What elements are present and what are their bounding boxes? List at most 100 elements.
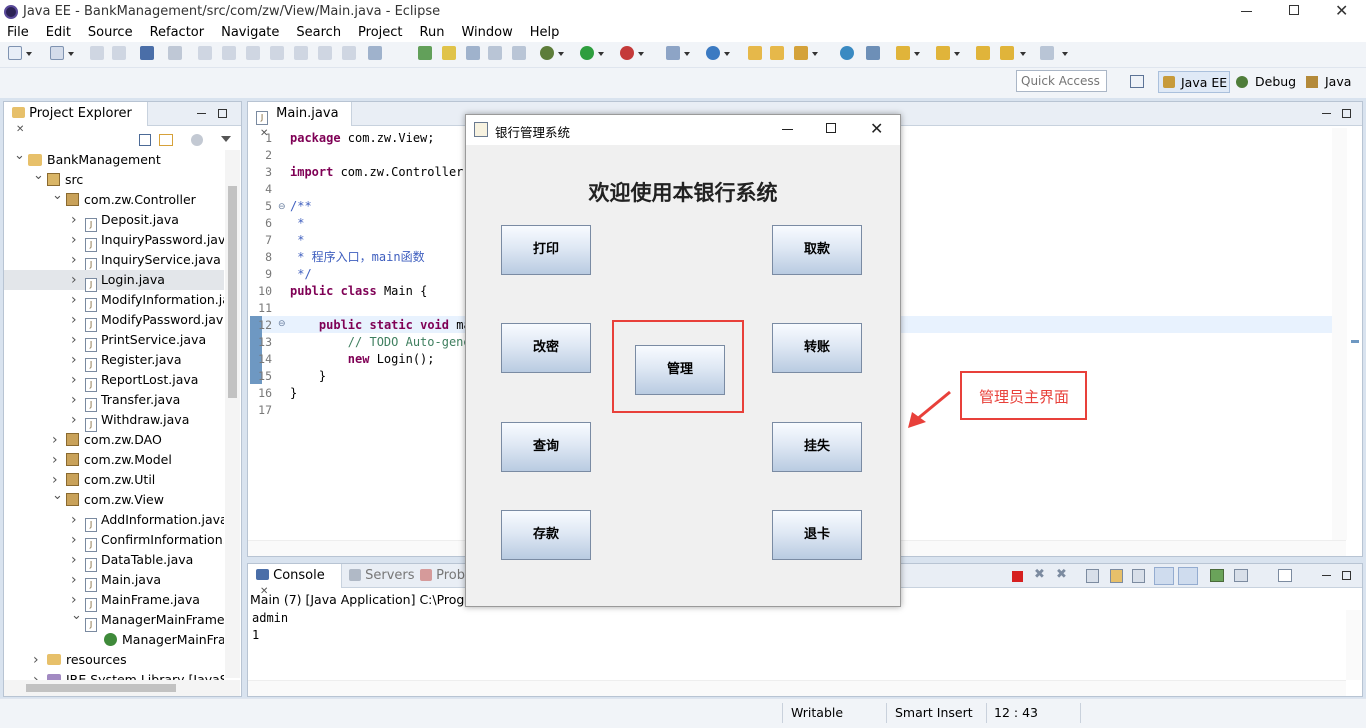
collapse-all-icon[interactable] bbox=[139, 134, 151, 146]
chevron-right-icon[interactable]: › bbox=[71, 530, 81, 550]
report-loss-button[interactable]: 挂失 bbox=[772, 422, 862, 472]
editor-vertical-scrollbar[interactable] bbox=[1332, 128, 1347, 540]
change-password-button[interactable]: 改密 bbox=[501, 323, 591, 373]
return-card-button[interactable]: 退卡 bbox=[772, 510, 862, 560]
maximize-view-icon[interactable] bbox=[218, 109, 227, 118]
back-icon[interactable] bbox=[976, 46, 990, 60]
dialog-maximize-icon[interactable] bbox=[826, 123, 836, 133]
tree-item[interactable]: ManagerMainFrame bbox=[4, 630, 224, 650]
console-horizontal-scrollbar[interactable] bbox=[248, 680, 1346, 696]
tree-item[interactable]: › com.zw.DAO bbox=[4, 430, 224, 450]
last-edit-icon[interactable] bbox=[866, 46, 880, 60]
tree-scrollbar-thumb[interactable] bbox=[228, 186, 237, 398]
tree-item[interactable]: › J ModifyPassword.java bbox=[4, 310, 224, 332]
forward-icon[interactable] bbox=[1040, 46, 1054, 60]
open-resource-icon[interactable] bbox=[770, 46, 784, 60]
link-editor-icon[interactable] bbox=[159, 134, 173, 146]
step-over-icon[interactable] bbox=[318, 46, 332, 60]
close-icon[interactable]: ✕ bbox=[1335, 1, 1348, 20]
chevron-right-icon[interactable]: › bbox=[71, 550, 81, 570]
tree-item[interactable]: ⌄ com.zw.View bbox=[4, 488, 224, 510]
withdraw-button[interactable]: 取款 bbox=[772, 225, 862, 275]
chevron-right-icon[interactable]: › bbox=[71, 510, 81, 530]
chevron-down-icon[interactable]: ⌄ bbox=[33, 166, 44, 186]
menu-help[interactable]: Help bbox=[530, 25, 560, 40]
tree-item[interactable]: › J Transfer.java bbox=[4, 390, 224, 412]
show-whitespace-icon[interactable] bbox=[488, 46, 502, 60]
skip-breakpoints-icon[interactable] bbox=[168, 46, 182, 60]
step-into-icon[interactable] bbox=[294, 46, 308, 60]
tree-item[interactable]: › J Withdraw.java bbox=[4, 410, 224, 432]
tree-item[interactable]: ⌄ com.zw.Controller bbox=[4, 188, 224, 210]
disconnect-icon[interactable] bbox=[270, 46, 284, 60]
open-type-icon[interactable] bbox=[418, 46, 432, 60]
minimize-icon[interactable] bbox=[1241, 11, 1252, 12]
transfer-button[interactable]: 转账 bbox=[772, 323, 862, 373]
resume-icon[interactable] bbox=[198, 46, 212, 60]
open-perspective-icon[interactable] bbox=[1130, 75, 1144, 88]
prev-annotation-icon[interactable] bbox=[936, 46, 950, 60]
back-nav-icon[interactable] bbox=[1000, 46, 1014, 60]
chevron-right-icon[interactable]: › bbox=[71, 270, 81, 290]
tree-item[interactable]: › J PrintService.java bbox=[4, 330, 224, 352]
chevron-right-icon[interactable]: › bbox=[71, 230, 81, 250]
tree-item[interactable]: › com.zw.Model bbox=[4, 450, 224, 470]
save-all-icon[interactable] bbox=[112, 46, 126, 60]
external-tools-icon[interactable] bbox=[666, 46, 680, 60]
menu-navigate[interactable]: Navigate bbox=[221, 25, 279, 40]
dialog-minimize-icon[interactable] bbox=[782, 129, 793, 130]
chevron-right-icon[interactable]: › bbox=[33, 670, 43, 680]
remove-all-icon[interactable]: ✖ bbox=[1056, 567, 1067, 582]
chevron-right-icon[interactable]: › bbox=[71, 290, 81, 310]
print-button[interactable]: 打印 bbox=[501, 225, 591, 275]
chevron-right-icon[interactable]: › bbox=[33, 650, 43, 670]
chevron-right-icon[interactable]: › bbox=[71, 250, 81, 270]
tree-item[interactable]: ⌄JManagerMainFrame.java bbox=[4, 608, 224, 632]
chevron-down-icon[interactable]: ⌄ bbox=[71, 606, 82, 626]
tree-hscroll-thumb[interactable] bbox=[26, 684, 176, 692]
tree-item[interactable]: › JRE System Library [JavaSE-1.8] bbox=[4, 670, 224, 680]
highlight-icon[interactable] bbox=[442, 46, 456, 60]
dialog-close-icon[interactable]: ✕ bbox=[870, 119, 883, 138]
tab-problems[interactable]: Problems bbox=[420, 568, 470, 583]
perspective-java[interactable]: Java bbox=[1306, 72, 1361, 92]
word-wrap-icon[interactable] bbox=[1132, 569, 1145, 583]
tree-item[interactable]: › J ReportLost.java bbox=[4, 370, 224, 392]
chevron-right-icon[interactable]: › bbox=[71, 310, 81, 330]
format-icon[interactable] bbox=[368, 46, 382, 60]
minimize-view-icon[interactable] bbox=[197, 113, 206, 114]
query-button[interactable]: 查询 bbox=[501, 422, 591, 472]
web-browser-icon[interactable] bbox=[840, 46, 854, 60]
suspend-icon[interactable] bbox=[222, 46, 236, 60]
quick-access-input[interactable] bbox=[1016, 70, 1107, 92]
tree-item[interactable]: › com.zw.Util bbox=[4, 470, 224, 490]
tree-item[interactable]: ›JModifyInformation.java bbox=[4, 290, 224, 312]
tree-item[interactable]: › resources bbox=[4, 650, 224, 670]
remove-launch-icon[interactable]: ✖ bbox=[1034, 567, 1045, 582]
menu-run[interactable]: Run bbox=[420, 25, 445, 40]
perspective-java-ee[interactable]: Java EE bbox=[1158, 71, 1230, 93]
scroll-lock-icon[interactable] bbox=[1110, 569, 1123, 583]
display-console-icon[interactable] bbox=[1234, 569, 1248, 582]
chevron-right-icon[interactable]: › bbox=[52, 430, 62, 450]
show-stdout-icon[interactable] bbox=[1154, 567, 1174, 585]
run-server-icon[interactable] bbox=[620, 46, 634, 60]
new-project-icon[interactable] bbox=[50, 46, 64, 60]
perspective-debug[interactable]: Debug bbox=[1236, 72, 1298, 92]
terminate-icon[interactable] bbox=[246, 46, 260, 60]
menu-window[interactable]: Window bbox=[461, 25, 512, 40]
tree-item[interactable]: ›JConfirmInformation.java bbox=[4, 530, 224, 552]
tree-item[interactable]: › J Main.java bbox=[4, 570, 224, 592]
toggle-block-icon[interactable] bbox=[466, 46, 480, 60]
chevron-right-icon[interactable]: › bbox=[71, 330, 81, 350]
maximize-console-icon[interactable] bbox=[1342, 571, 1351, 580]
chevron-right-icon[interactable]: › bbox=[52, 450, 62, 470]
save-icon[interactable] bbox=[90, 46, 104, 60]
tab-servers[interactable]: Servers bbox=[349, 568, 415, 583]
new-console-icon[interactable] bbox=[1278, 569, 1292, 582]
pin-console-icon[interactable] bbox=[1210, 569, 1224, 582]
deposit-button[interactable]: 存款 bbox=[501, 510, 591, 560]
tree-item[interactable]: › J Login.java bbox=[4, 270, 224, 292]
debug-icon[interactable] bbox=[540, 46, 554, 60]
tree-item[interactable]: › J Deposit.java bbox=[4, 210, 224, 232]
